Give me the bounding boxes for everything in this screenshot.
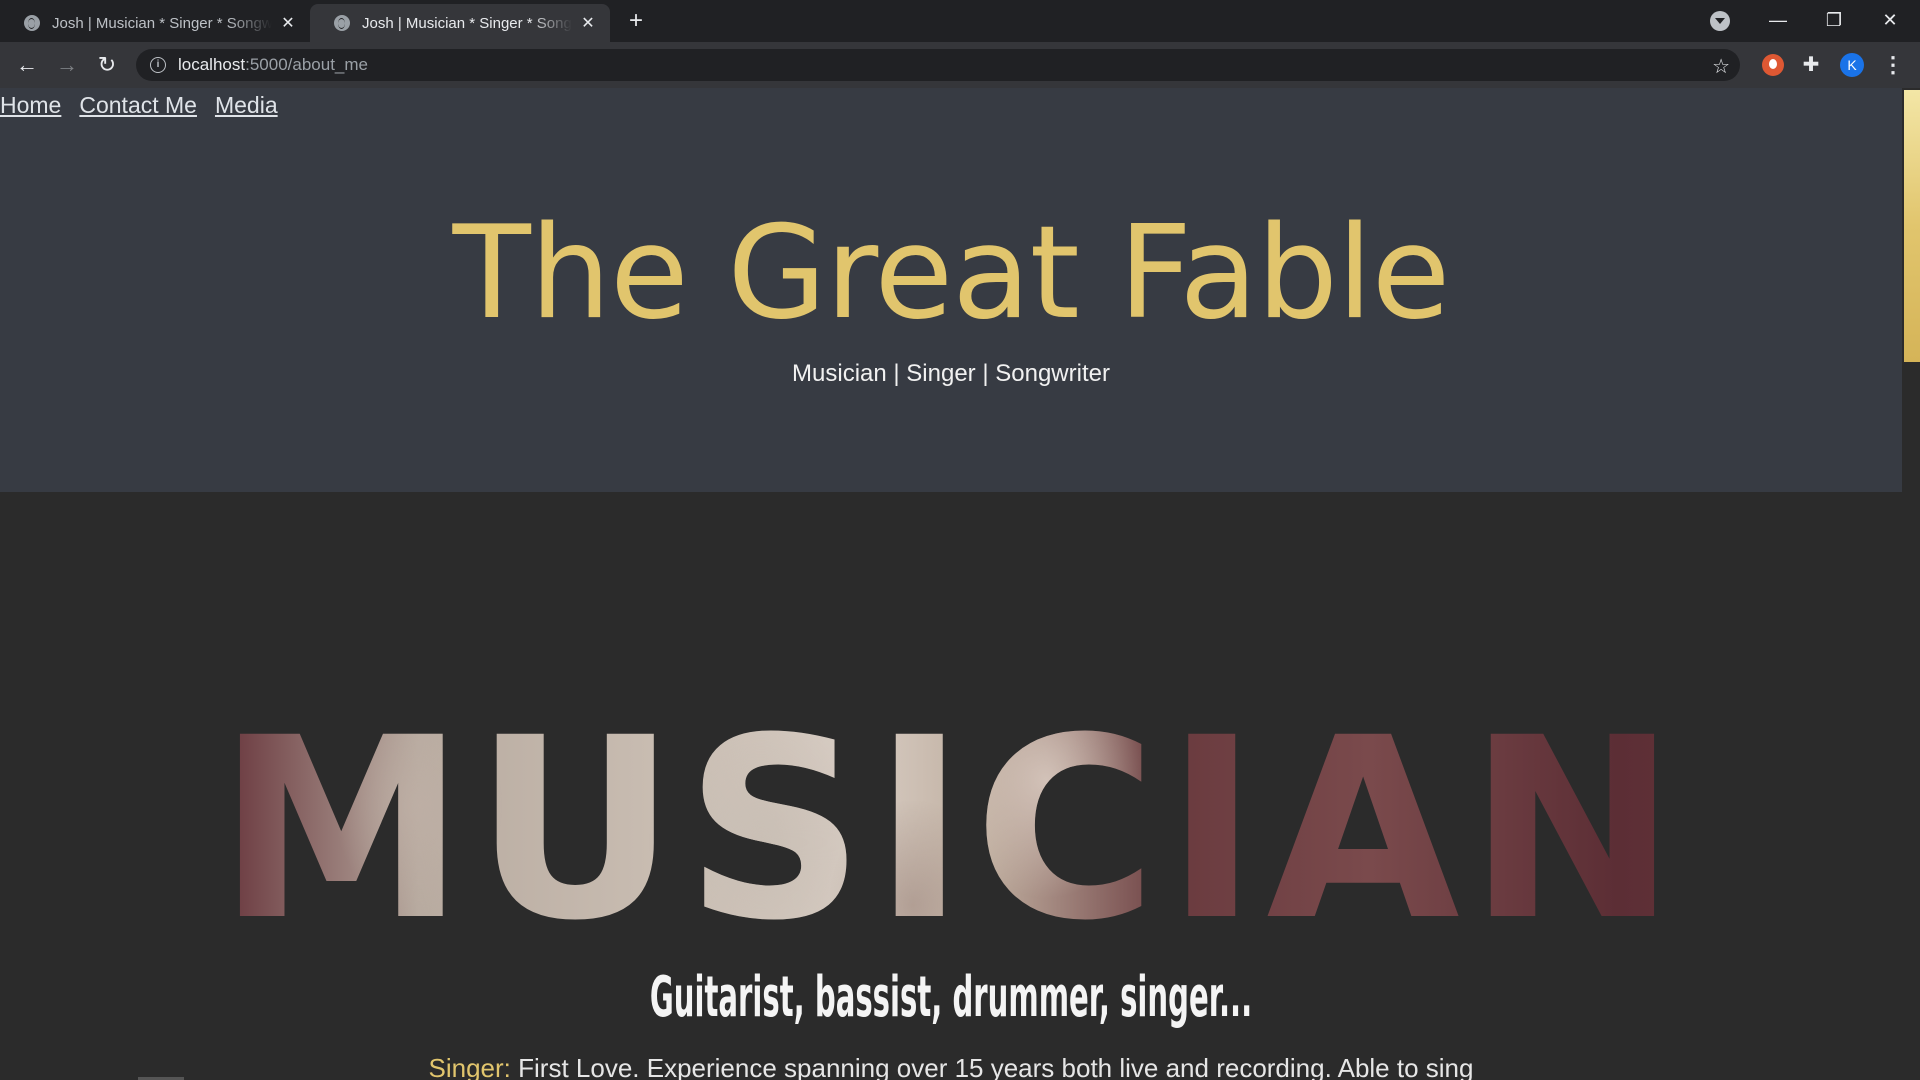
bio-text: First Love. Experience spanning over 15 … (510, 1053, 1474, 1080)
browser-toolbar: ← → ↻ i localhost :5000/about_me ☆ ✚ K ⋮ (0, 42, 1920, 88)
close-tab-icon[interactable]: ✕ (578, 13, 598, 33)
browser-menu-icon[interactable]: ⋮ (1882, 52, 1904, 78)
nav-link-home[interactable]: Home (0, 92, 61, 119)
globe-icon (24, 15, 40, 31)
new-tab-button[interactable]: + (624, 9, 648, 33)
url-host: localhost (178, 55, 246, 74)
tab-title: Josh | Musician * Singer * Songwriter (52, 14, 272, 32)
site-info-icon[interactable]: i (150, 57, 166, 73)
address-bar[interactable]: i localhost :5000/about_me ☆ (136, 49, 1740, 81)
hero-section: Home Contact Me Media The Great Fable Mu… (0, 88, 1902, 492)
back-arrow-icon[interactable]: ← (12, 50, 42, 80)
site-nav: Home Contact Me Media (0, 92, 278, 119)
musician-heading: MUSICIAN (0, 705, 1902, 955)
url-path: :5000/about_me (245, 55, 368, 74)
minimize-button[interactable]: — (1758, 6, 1798, 34)
vertical-scrollbar[interactable] (1902, 88, 1920, 1080)
duckduckgo-extension-icon[interactable] (1762, 54, 1784, 76)
site-subtitle: Musician | Singer | Songwriter (792, 360, 1110, 387)
close-window-button[interactable]: ✕ (1870, 6, 1910, 34)
close-tab-icon[interactable]: ✕ (278, 13, 298, 33)
globe-icon (334, 15, 350, 31)
nav-link-media[interactable]: Media (215, 92, 278, 119)
reload-icon[interactable]: ↻ (92, 50, 122, 80)
page-viewport: Home Contact Me Media The Great Fable Mu… (0, 88, 1920, 1080)
profile-avatar[interactable]: K (1840, 53, 1864, 77)
tab-search-icon[interactable] (1710, 11, 1730, 31)
browser-tab-2[interactable]: Josh | Musician * Singer * Songwriter ✕ (310, 4, 610, 42)
nav-link-contact-me[interactable]: Contact Me (79, 92, 197, 119)
browser-tab-1[interactable]: Josh | Musician * Singer * Songwriter ✕ (0, 4, 310, 42)
extensions-puzzle-icon[interactable]: ✚ (1800, 54, 1822, 76)
bio-role-label: Singer: (428, 1053, 511, 1080)
tab-strip: Josh | Musician * Singer * Songwriter ✕ … (0, 0, 1920, 42)
restore-button[interactable]: ❐ (1814, 6, 1854, 34)
site-title: The Great Fable (452, 199, 1451, 348)
bio-paragraph: Singer: First Love. Experience spanning … (0, 1053, 1902, 1080)
forward-arrow-icon[interactable]: → (52, 50, 82, 80)
section-tagline: Guitarist, bassist, drummer, singer... (649, 965, 1253, 1030)
bookmark-star-icon[interactable]: ☆ (1712, 54, 1730, 79)
scrollbar-thumb[interactable] (1904, 90, 1920, 362)
tab-title: Josh | Musician * Singer * Songwriter (362, 14, 572, 32)
